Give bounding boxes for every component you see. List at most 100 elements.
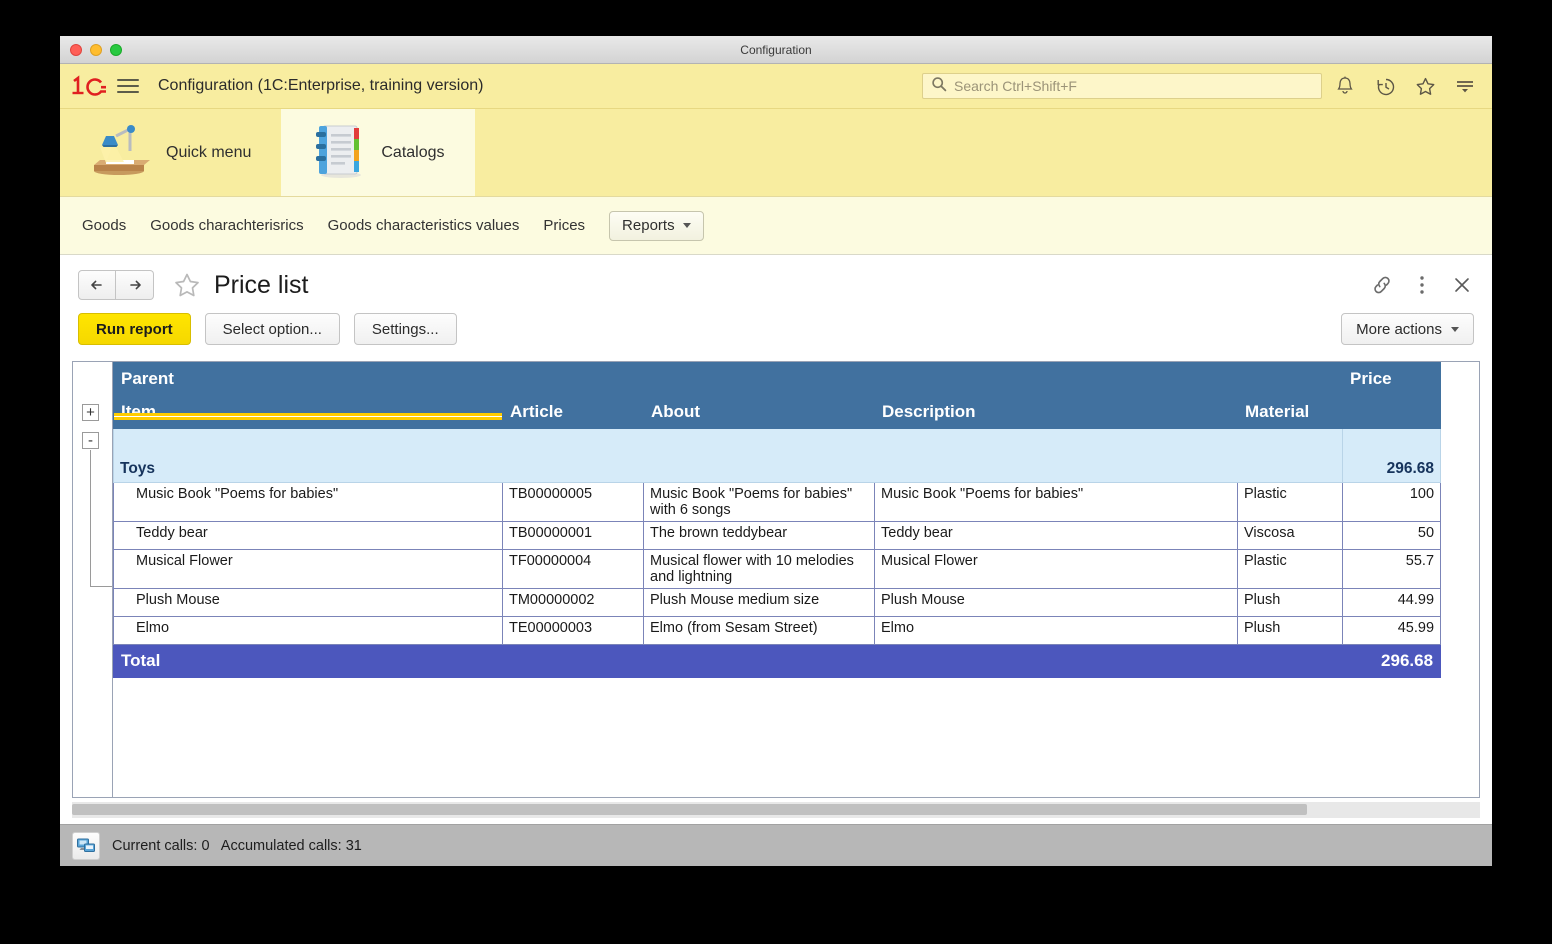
grouping-gutter: + - xyxy=(73,362,113,797)
close-x-icon[interactable] xyxy=(1450,273,1474,297)
total-row[interactable]: Total 296.68 xyxy=(113,644,1442,678)
header-parent: Parent xyxy=(113,362,1344,396)
form-header: Price list Run report Select option... S… xyxy=(60,255,1492,353)
horizontal-scrollbar[interactable] xyxy=(72,802,1480,818)
hamburger-menu-icon[interactable] xyxy=(114,73,142,99)
cell-description: Elmo xyxy=(874,616,1238,645)
table-row[interactable]: Elmo TE00000003 Elmo (from Sesam Street)… xyxy=(113,616,1442,645)
select-option-button[interactable]: Select option... xyxy=(204,313,340,345)
collapse-group-button[interactable]: - xyxy=(82,432,99,449)
table-row[interactable]: Plush Mouse TM00000002 Plush Mouse mediu… xyxy=(113,588,1442,617)
star-outline-icon[interactable] xyxy=(172,270,202,300)
application-toolbar: Configuration (1C:Enterprise, training v… xyxy=(60,64,1492,109)
report-grid: Parent Price Item Article About Descript… xyxy=(113,362,1479,797)
chevron-down-icon xyxy=(1451,326,1459,332)
cell-price: 100 xyxy=(1342,482,1442,522)
status-bar: Current calls: 0 Accumulated calls: 31 xyxy=(60,824,1492,866)
blank-price-cell xyxy=(1342,428,1442,456)
cell-material: Plush xyxy=(1236,588,1344,617)
expand-group-button[interactable]: + xyxy=(82,404,99,421)
column-header-material: Material xyxy=(1236,395,1344,429)
cell-material: Viscosa xyxy=(1236,521,1344,550)
run-report-button[interactable]: Run report xyxy=(78,313,191,345)
nav-link-goods-characteristics-values[interactable]: Goods characteristics values xyxy=(328,217,520,234)
cell-article: TM00000002 xyxy=(502,588,644,617)
section-tab-catalogs[interactable]: Catalogs xyxy=(281,109,475,196)
favorites-star-icon[interactable] xyxy=(1408,69,1442,103)
history-navigation xyxy=(78,270,154,300)
cell-article: TF00000004 xyxy=(502,549,644,589)
search-input[interactable] xyxy=(954,78,1313,94)
cell-article: TB00000005 xyxy=(502,482,644,522)
nav-link-goods-charachterisrics[interactable]: Goods charachterisrics xyxy=(150,217,303,234)
cell-article: TB00000001 xyxy=(502,521,644,550)
table-row[interactable]: Teddy bear TB00000001 The brown teddybea… xyxy=(113,521,1442,550)
cell-description: Music Book "Poems for babies" xyxy=(874,482,1238,522)
notifications-bell-icon[interactable] xyxy=(1328,69,1362,103)
cell-description: Teddy bear xyxy=(874,521,1238,550)
scrollbar-thumb[interactable] xyxy=(72,804,1307,815)
network-calls-icon[interactable] xyxy=(72,831,100,860)
cell-about: Elmo (from Sesam Street) xyxy=(643,616,875,645)
reports-dropdown-button[interactable]: Reports xyxy=(609,210,704,241)
blank-cell xyxy=(113,428,1344,456)
cell-material: Plastic xyxy=(1236,482,1344,522)
section-tab-quick-menu[interactable]: Quick menu xyxy=(60,109,281,196)
cell-about: Musical flower with 10 melodies and ligh… xyxy=(643,549,875,589)
section-tab-label: Catalogs xyxy=(381,143,445,161)
section-tabs: Quick menu Catalogs xyxy=(60,109,1492,197)
navigation-bar: Goods Goods charachterisrics Goods chara… xyxy=(60,197,1492,255)
application-window: Configuration Configuration (1C:Enterpri… xyxy=(60,36,1492,866)
page-title: Price list xyxy=(214,270,309,299)
group-price: 296.68 xyxy=(1342,455,1442,483)
history-clock-icon[interactable] xyxy=(1368,69,1402,103)
total-label: Total xyxy=(113,644,1344,678)
cell-about: The brown teddybear xyxy=(643,521,875,550)
cell-price: 55.7 xyxy=(1342,549,1442,589)
window-title: Configuration xyxy=(740,42,812,57)
column-header-description: Description xyxy=(874,395,1238,429)
more-vertical-icon[interactable] xyxy=(1410,273,1434,297)
search-icon xyxy=(931,76,947,97)
table-row[interactable]: Music Book "Poems for babies" TB00000005… xyxy=(113,482,1442,522)
desk-lamp-icon xyxy=(90,121,152,184)
price-list-table: Parent Price Item Article About Descript… xyxy=(113,362,1442,678)
menu-lines-icon[interactable] xyxy=(1448,69,1482,103)
total-price: 296.68 xyxy=(1342,644,1442,678)
report-spreadsheet[interactable]: + - Parent Price Item Article About Desc… xyxy=(72,361,1480,798)
forward-button[interactable] xyxy=(116,270,154,300)
back-button[interactable] xyxy=(78,270,116,300)
cell-price: 50 xyxy=(1342,521,1442,550)
column-header-item: Item xyxy=(113,395,503,429)
column-header-about: About xyxy=(643,395,875,429)
window-titlebar: Configuration xyxy=(60,36,1492,64)
nav-link-goods[interactable]: Goods xyxy=(82,217,126,234)
table-header-row: Item Article About Description Material xyxy=(113,395,1442,429)
cell-description: Musical Flower xyxy=(874,549,1238,589)
report-blank-row[interactable] xyxy=(113,428,1442,456)
column-header-price xyxy=(1342,395,1442,429)
status-text: Current calls: 0 Accumulated calls: 31 xyxy=(112,837,362,854)
cell-price: 44.99 xyxy=(1342,588,1442,617)
cell-description: Plush Mouse xyxy=(874,588,1238,617)
header-price-top: Price xyxy=(1342,362,1442,396)
cell-item: Elmo xyxy=(113,616,503,645)
column-header-article: Article xyxy=(502,395,644,429)
1c-logo-icon xyxy=(68,73,110,99)
table-row[interactable]: Musical Flower TF00000004 Musical flower… xyxy=(113,549,1442,589)
chevron-down-icon xyxy=(682,223,691,228)
settings-button[interactable]: Settings... xyxy=(353,313,457,345)
group-bracket-line xyxy=(90,450,112,587)
search-box[interactable] xyxy=(922,73,1322,99)
cell-item: Teddy bear xyxy=(113,521,503,550)
catalog-notebook-icon xyxy=(311,121,367,184)
cell-price: 45.99 xyxy=(1342,616,1442,645)
cell-item: Musical Flower xyxy=(113,549,503,589)
cell-about: Plush Mouse medium size xyxy=(643,588,875,617)
nav-link-prices[interactable]: Prices xyxy=(543,217,585,234)
more-actions-button[interactable]: More actions xyxy=(1341,313,1474,345)
link-chain-icon[interactable] xyxy=(1370,273,1394,297)
more-actions-label: More actions xyxy=(1356,320,1442,338)
group-row-toys[interactable]: Toys 296.68 xyxy=(113,455,1442,483)
reports-label: Reports xyxy=(622,217,675,234)
